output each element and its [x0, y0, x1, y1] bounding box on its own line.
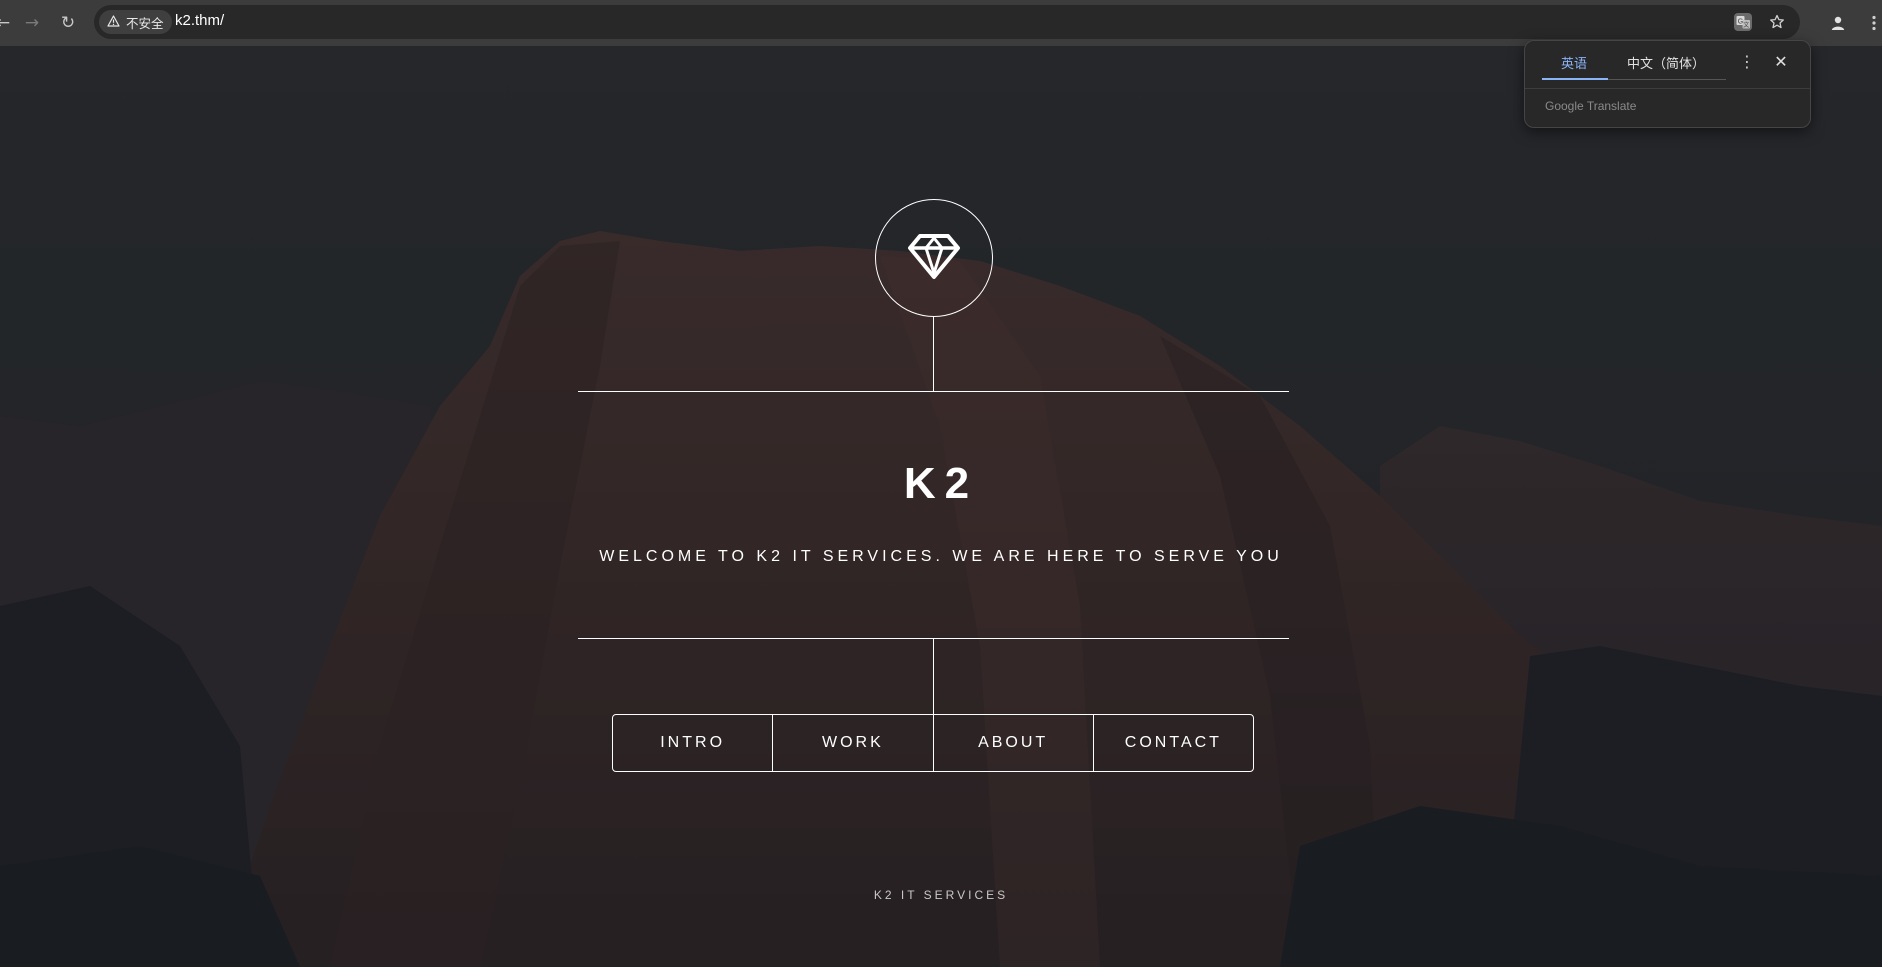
svg-text:文: 文	[1743, 21, 1749, 29]
nav-about[interactable]: ABOUT	[934, 715, 1094, 771]
tab-underline	[1608, 79, 1726, 80]
diamond-icon	[907, 232, 961, 284]
page-content: K2 WELCOME TO K2 IT SERVICES. WE ARE HER…	[0, 46, 1882, 967]
warning-icon	[107, 14, 120, 30]
site-footer: K2 IT SERVICES	[873, 888, 1009, 902]
back-icon[interactable]: ←	[0, 10, 16, 36]
popup-divider	[1525, 88, 1810, 89]
active-tab-indicator	[1542, 78, 1608, 80]
header-divider	[578, 391, 1289, 392]
security-label: 不安全	[126, 15, 164, 31]
reload-icon[interactable]: ↻	[55, 10, 81, 36]
site-tagline: WELCOME TO K2 IT SERVICES. WE ARE HERE T…	[599, 548, 1283, 565]
star-icon[interactable]	[1766, 11, 1788, 33]
nav-intro[interactable]: INTRO	[613, 715, 774, 771]
address-bar[interactable]: 不安全 k2.thm/ G 文	[94, 5, 1800, 39]
translate-icon[interactable]: G 文	[1732, 11, 1754, 33]
nav-connector-line	[933, 639, 934, 714]
main-nav: INTRO WORK ABOUT CONTACT	[612, 714, 1254, 772]
close-icon[interactable]: ✕	[1771, 52, 1791, 74]
translate-popup: 英语 中文（简体） ⋮ ✕ Google Translate	[1524, 40, 1811, 128]
header-connector-line	[933, 316, 934, 391]
security-indicator[interactable]: 不安全	[99, 10, 172, 34]
url-text[interactable]: k2.thm/	[175, 12, 224, 29]
google-translate-brand: Google Translate	[1545, 99, 1637, 113]
nav-work[interactable]: WORK	[773, 715, 934, 771]
site-title: K2	[903, 459, 979, 508]
menu-icon[interactable]	[1866, 10, 1882, 36]
tab-source-language[interactable]: 英语	[1561, 53, 1587, 79]
more-options-icon[interactable]: ⋮	[1737, 52, 1757, 74]
logo-circle	[875, 199, 993, 317]
profile-icon[interactable]	[1825, 10, 1851, 36]
nav-contact[interactable]: CONTACT	[1094, 715, 1253, 771]
tab-target-language[interactable]: 中文（简体）	[1627, 53, 1705, 79]
forward-icon[interactable]: →	[19, 10, 45, 36]
